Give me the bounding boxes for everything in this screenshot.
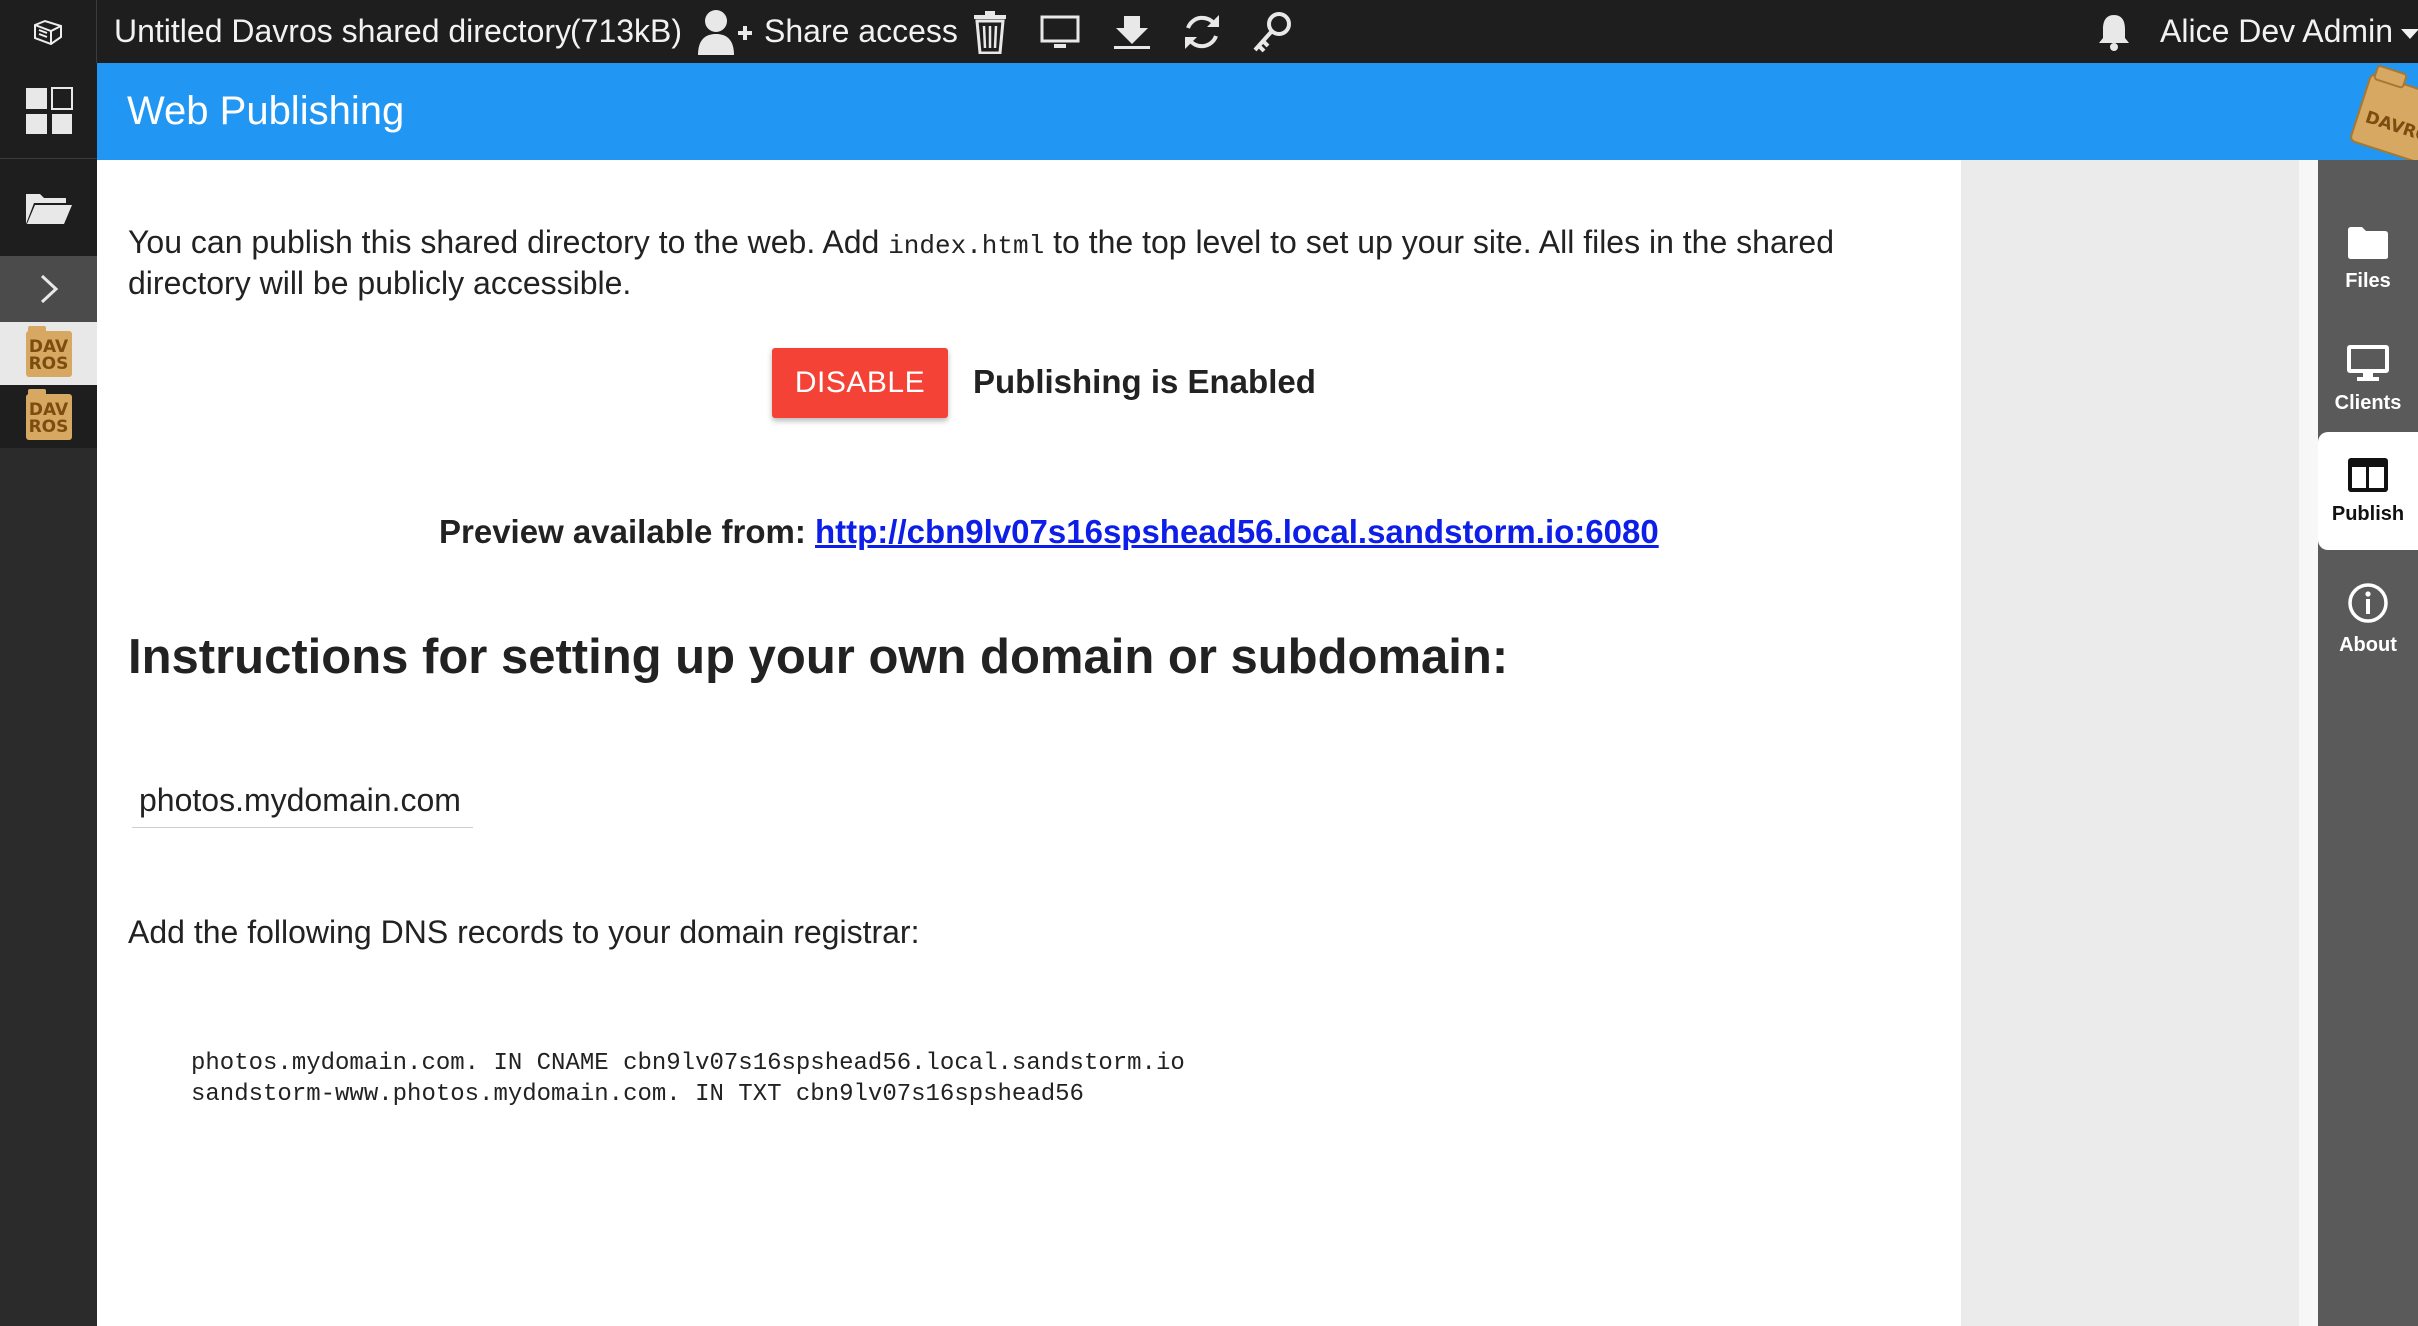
share-access-button[interactable]: Share access	[696, 0, 958, 63]
caret-down-icon	[2400, 28, 2418, 39]
nav-files-label: Files	[2345, 269, 2391, 292]
nav-publish-label: Publish	[2331, 502, 2405, 525]
publishing-panel: You can publish this shared directory to…	[97, 160, 1961, 1326]
dns-records-block: photos.mydomain.com. IN CNAME cbn9lv07s1…	[191, 1048, 1185, 1110]
user-name: Alice Dev Admin	[2160, 13, 2393, 49]
nav-files[interactable]: Files	[2318, 200, 2418, 318]
nav-about[interactable]: About	[2318, 560, 2418, 678]
monitor-icon	[2347, 344, 2389, 381]
dns-record-txt: sandstorm-www.photos.mydomain.com. IN TX…	[191, 1081, 1084, 1108]
right-gutter	[1961, 160, 2299, 1326]
davros-logo: DAVROS	[2332, 64, 2418, 160]
davros-app-icon: DAV ROS	[25, 388, 72, 440]
user-menu[interactable]: Alice Dev Admin	[2160, 0, 2418, 63]
nav-clients-label: Clients	[2334, 391, 2402, 414]
nav-clients[interactable]: Clients	[2318, 320, 2418, 438]
refresh-icon[interactable]	[1178, 8, 1226, 56]
sandstorm-logo-icon[interactable]	[0, 0, 97, 63]
grain-tab-active[interactable]: DAV ROS	[0, 322, 97, 385]
right-gutter-edge	[2299, 160, 2318, 1326]
instructions-heading: Instructions for setting up your own dom…	[128, 630, 1509, 684]
info-icon	[2348, 582, 2388, 623]
apps-grid-icon[interactable]	[0, 63, 97, 159]
top-bar: Untitled Davros shared directory (713kB)…	[0, 0, 2418, 63]
open-folder-icon[interactable]	[0, 159, 97, 256]
nav-about-label: About	[2339, 633, 2397, 656]
intro-text: You can publish this shared directory to…	[128, 224, 1834, 301]
davros-app-icon: DAV ROS	[25, 325, 72, 377]
index-html-code: index.html	[888, 231, 1045, 261]
share-user-icon	[698, 9, 752, 55]
download-icon[interactable]	[1108, 8, 1156, 56]
sandstorm-sidebar: DAV ROS DAV ROS	[0, 63, 97, 1326]
grain-size: (713kB)	[570, 13, 683, 49]
grain-tab[interactable]: DAV ROS	[0, 385, 97, 448]
dns-instructions-label: Add the following DNS records to your do…	[128, 914, 920, 950]
key-icon[interactable]	[1248, 8, 1296, 56]
web-layout-icon	[2348, 457, 2388, 492]
monitor-icon[interactable]	[1036, 8, 1084, 56]
preview-label: Preview available from:	[439, 513, 816, 550]
disable-publishing-button[interactable]: DISABLE	[772, 348, 948, 418]
preview-url-link[interactable]: http://cbn9lv07s16spshead56.local.sandst…	[815, 513, 1659, 550]
bell-icon[interactable]	[2090, 8, 2138, 56]
folder-icon	[2348, 226, 2388, 259]
share-access-label: Share access	[764, 13, 958, 49]
publishing-status: Publishing is Enabled	[973, 363, 1316, 400]
nav-publish[interactable]: Publish	[2318, 432, 2418, 550]
preview-line: Preview available from: http://cbn9lv07s…	[439, 512, 1659, 552]
dns-record-cname: photos.mydomain.com. IN CNAME cbn9lv07s1…	[191, 1050, 1185, 1077]
page-header: Web Publishing	[97, 63, 2418, 160]
chevron-right-icon[interactable]	[0, 256, 97, 322]
domain-input[interactable]	[132, 774, 473, 828]
app-nav: Files Clients Publish About	[2318, 160, 2418, 1326]
grain-title[interactable]: Untitled Davros shared directory	[114, 0, 571, 63]
trash-icon[interactable]	[966, 8, 1014, 56]
page-title: Web Publishing	[127, 89, 405, 133]
